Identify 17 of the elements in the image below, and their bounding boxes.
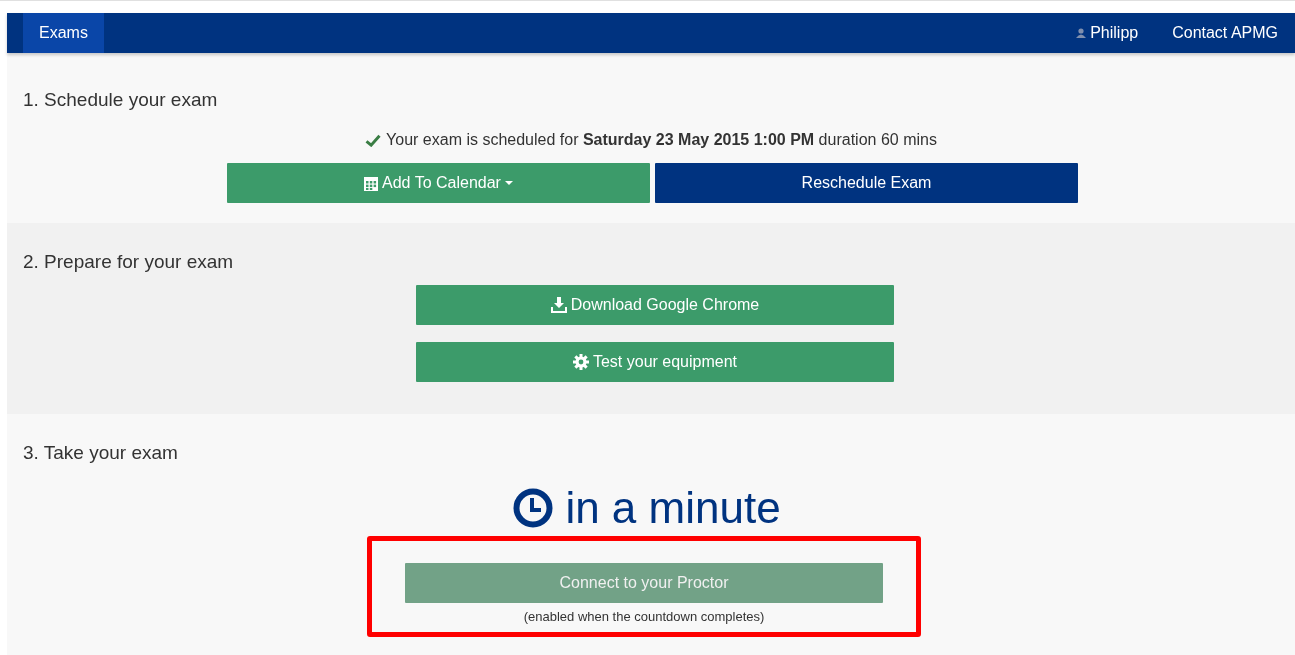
- countdown-text: in a minute: [565, 482, 781, 534]
- connect-note: (enabled when the countdown completes): [523, 609, 765, 624]
- nav-tab[interactable]: Exams: [23, 13, 104, 53]
- clock-icon: [513, 488, 554, 528]
- calendar-icon: [364, 175, 379, 191]
- contact-link[interactable]: Contact APMG: [1155, 13, 1295, 53]
- user-menu-link[interactable]: Philipp: [1059, 13, 1156, 53]
- section-heading: 1. Schedule your exam: [23, 89, 219, 111]
- section-heading: 3. Take your exam: [23, 442, 179, 464]
- section-heading: 2. Prepare for your exam: [23, 251, 235, 273]
- check-icon: [365, 133, 382, 147]
- download-icon: [550, 297, 567, 313]
- schedule-status-text: Your exam is scheduled for Saturday 23 May 2015 1:00 PM duration 60 mins: [386, 131, 937, 149]
- user-icon: [1076, 28, 1087, 38]
- gear-icon: [572, 354, 589, 370]
- reschedule-button[interactable]: Reschedule Exam: [655, 163, 1078, 203]
- caret-icon: [504, 181, 513, 185]
